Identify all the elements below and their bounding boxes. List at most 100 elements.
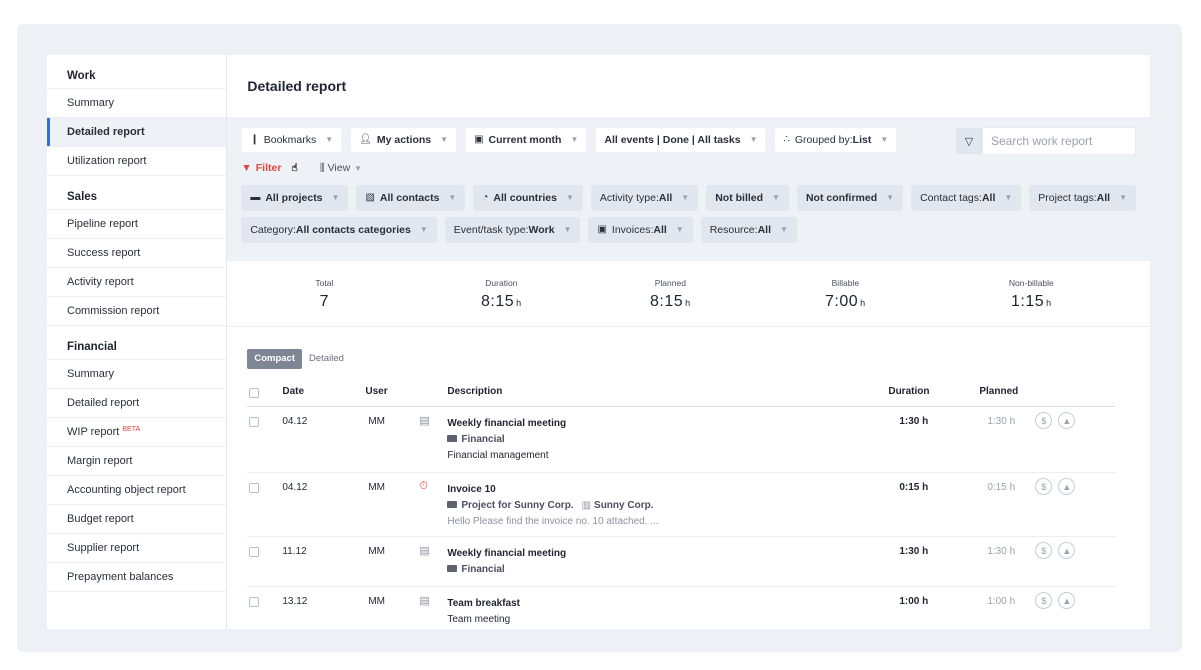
activity-type-dropdown[interactable]: Activity type: All ▼ — [590, 185, 699, 211]
folder-icon — [447, 435, 458, 442]
folder-icon — [447, 501, 458, 508]
row-project[interactable]: Financial — [447, 432, 566, 448]
category-dropdown[interactable]: Category: All contacts categories ▼ — [241, 217, 437, 243]
sidebar-item-work-summary[interactable]: Summary — [47, 89, 227, 118]
all-countries-dropdown[interactable]: ◔ All countries ▼ — [473, 185, 583, 211]
row-planned: 1:30 h — [987, 546, 1016, 557]
column-header-planned[interactable]: Planned — [979, 386, 1018, 397]
row-actions: $ ▲ — [1035, 478, 1076, 495]
row-project-label: Project for Sunny Corp. — [461, 500, 574, 511]
billable-dollar-icon[interactable]: $ — [1035, 542, 1053, 559]
row-title[interactable]: Invoice 10 — [447, 482, 658, 498]
sidebar-item-work-detailed-report[interactable]: Detailed report — [47, 118, 227, 147]
sidebar-item-utilization-report[interactable]: Utilization report — [47, 147, 227, 176]
table-row[interactable]: 13.12 MM ▤ Team breakfast Team meeting 1… — [247, 587, 1115, 629]
sidebar-item-commission-report[interactable]: Commission report — [47, 297, 227, 326]
billable-dollar-icon[interactable]: $ — [1035, 592, 1053, 609]
contact-tags-dropdown[interactable]: Contact tags: All ▼ — [911, 185, 1022, 211]
sidebar-item-success-report[interactable]: Success report — [47, 239, 227, 268]
all-contacts-dropdown[interactable]: ▧ All contacts ▼ — [356, 185, 466, 211]
confirm-thumbs-up-icon[interactable]: ▲ — [1058, 592, 1076, 609]
table-row[interactable]: 11.12 MM ▤ Weekly financial meeting Fina… — [247, 537, 1116, 587]
stat-planned-unit: h — [685, 298, 691, 308]
tab-compact[interactable]: Compact — [247, 349, 302, 369]
row-checkbox[interactable] — [249, 483, 260, 493]
user-icon: 👤︎ — [359, 134, 372, 145]
sidebar-heading-financial: Financial — [47, 326, 227, 360]
row-note: Team meeting — [447, 614, 511, 625]
column-header-user[interactable]: User — [365, 386, 387, 397]
row-user: MM — [368, 416, 386, 427]
column-header-date[interactable]: Date — [282, 386, 304, 397]
row-title[interactable]: Weekly financial meeting — [447, 546, 566, 562]
sidebar-item-pipeline-report[interactable]: Pipeline report — [47, 210, 227, 239]
column-header-description[interactable]: Description — [447, 386, 502, 397]
chevron-down-icon: ▼ — [570, 135, 579, 144]
confirm-thumbs-up-icon[interactable]: ▲ — [1058, 542, 1076, 559]
sidebar-item-accounting-object-report[interactable]: Accounting object report — [47, 476, 227, 505]
bookmarks-dropdown[interactable]: ❙ Bookmarks ▼ — [241, 127, 343, 153]
row-description: Weekly financial meeting Financial Finan… — [447, 416, 566, 464]
calendar-icon: ▣ — [474, 134, 484, 145]
invoices-dropdown[interactable]: ▣ Invoices: All ▼ — [588, 217, 693, 243]
calendar-icon: ▤ — [419, 415, 430, 427]
advanced-filter-button[interactable]: ▽ — [956, 128, 982, 154]
table-row[interactable]: 04.12 MM ▤ Weekly financial meeting Fina… — [247, 407, 1116, 473]
resource-dropdown[interactable]: Resource: All ▼ — [700, 217, 797, 243]
current-month-dropdown[interactable]: ▣ Current month ▼ — [465, 127, 588, 153]
sidebar-item-prepayment-balances[interactable]: Prepayment balances — [47, 563, 227, 592]
row-duration: 1:30 h — [899, 416, 929, 427]
not-confirmed-dropdown[interactable]: Not confirmed ▼ — [796, 185, 904, 211]
event-task-type-value: Work — [528, 224, 555, 236]
sidebar-item-financial-detailed-report[interactable]: Detailed report — [47, 389, 227, 418]
event-task-type-dropdown[interactable]: Event/task type: Work ▼ — [444, 217, 581, 243]
select-all-checkbox[interactable] — [249, 388, 260, 398]
not-billed-dropdown[interactable]: Not billed ▼ — [706, 185, 789, 211]
sidebar-heading-work: Work — [47, 55, 227, 89]
events-dropdown[interactable]: All events | Done | All tasks ▼ — [595, 127, 767, 153]
sidebar-item-budget-report[interactable]: Budget report — [47, 505, 227, 534]
confirm-thumbs-up-icon[interactable]: ▲ — [1058, 478, 1076, 495]
project-tags-dropdown[interactable]: Project tags: All ▼ — [1029, 185, 1136, 211]
billable-dollar-icon[interactable]: $ — [1035, 478, 1053, 495]
table-row[interactable]: 04.12 MM ⏱︎ Invoice 10 Project for Sunny… — [247, 473, 1116, 537]
toolbar-row-2: ▼ Filter ☝︎ ⫼ View ▼ — [241, 159, 1136, 177]
column-header-duration[interactable]: Duration — [888, 386, 929, 397]
row-date: 11.12 — [282, 546, 307, 557]
not-confirmed-label: Not confirmed — [805, 192, 878, 204]
billable-dollar-icon[interactable]: $ — [1035, 412, 1053, 429]
sidebar-item-activity-report[interactable]: Activity report — [47, 268, 227, 297]
row-planned: 1:30 h — [987, 416, 1016, 427]
my-actions-dropdown[interactable]: 👤︎ My actions ▼ — [350, 127, 458, 153]
row-duration: 1:00 h — [899, 596, 929, 607]
row-project[interactable]: Project for Sunny Corp. ▥ Sunny Corp. — [447, 498, 658, 514]
grouped-by-dropdown[interactable]: ∴ Grouped by: List ▼ — [774, 127, 898, 153]
filter-toggle[interactable]: ▼ Filter ☝︎ — [241, 162, 297, 174]
resource-prefix: Resource: — [709, 224, 758, 236]
row-checkbox[interactable] — [249, 547, 260, 557]
row-title[interactable]: Weekly financial meeting — [447, 416, 566, 432]
confirm-thumbs-up-icon[interactable]: ▲ — [1058, 412, 1076, 429]
row-title[interactable]: Team breakfast — [447, 596, 520, 612]
sidebar-item-financial-summary[interactable]: Summary — [47, 360, 227, 389]
tab-detailed[interactable]: Detailed — [302, 349, 351, 369]
row-note: Financial management — [447, 450, 549, 461]
stat-duration-label: Duration — [485, 278, 518, 288]
view-dropdown[interactable]: ⫼ View ▼ — [320, 162, 362, 175]
stat-total-number: 7 — [319, 293, 330, 310]
stat-billable-unit: h — [860, 298, 866, 308]
sidebar-item-margin-report[interactable]: Margin report — [47, 447, 227, 476]
calendar-icon: ▤ — [419, 595, 430, 607]
row-checkbox[interactable] — [249, 597, 260, 607]
sidebar-item-supplier-report[interactable]: Supplier report — [47, 534, 227, 563]
not-billed-label: Not billed — [715, 192, 764, 204]
chevron-down-icon: ▼ — [779, 225, 788, 234]
row-description: Team breakfast Team meeting — [447, 596, 520, 628]
search-input[interactable] — [982, 127, 1136, 155]
row-checkbox[interactable] — [249, 417, 260, 427]
all-projects-dropdown[interactable]: ▬ All projects ▼ — [241, 185, 349, 211]
chevron-down-icon: ▼ — [772, 193, 780, 202]
stat-planned-value: 8:15 h — [581, 293, 759, 311]
sidebar-item-wip-report[interactable]: WIP report BETA — [47, 418, 227, 447]
row-project[interactable]: Financial — [447, 562, 566, 578]
